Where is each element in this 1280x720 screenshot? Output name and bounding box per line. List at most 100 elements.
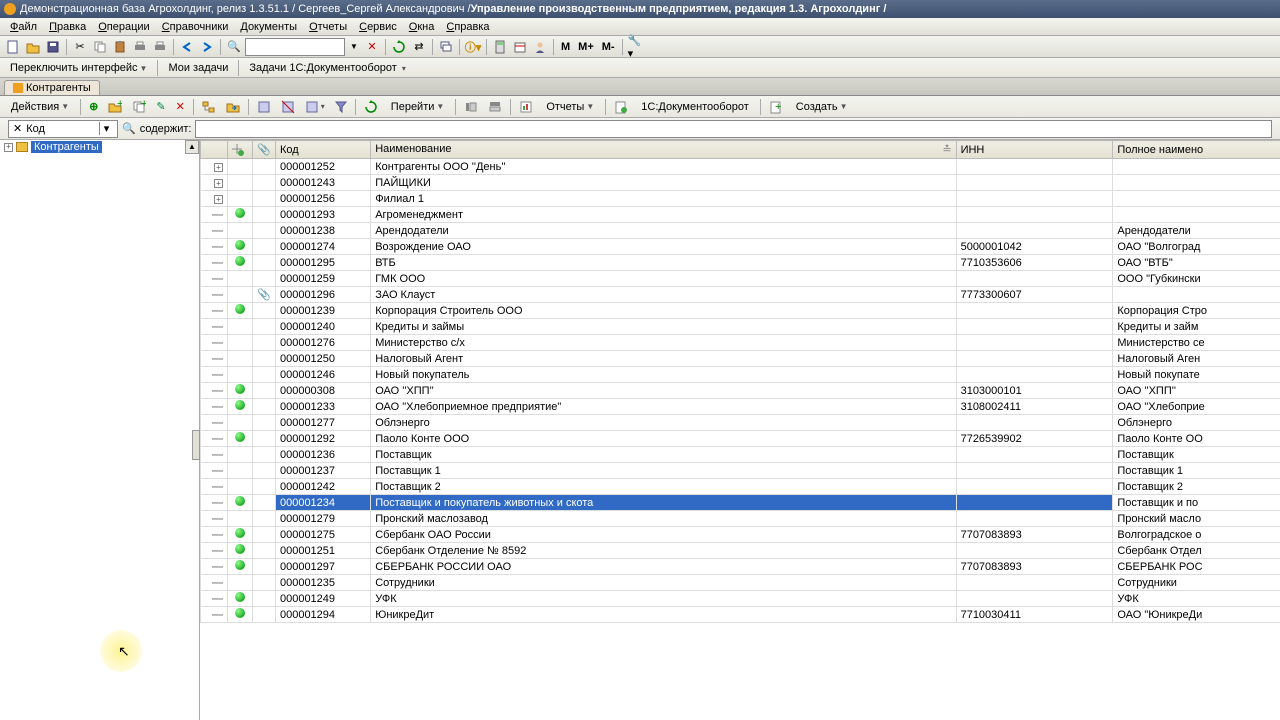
delete-button[interactable]: ✕	[172, 98, 189, 116]
memory-m-button[interactable]: M	[558, 41, 573, 53]
table-row[interactable]: —000001293Агроменеджмент	[201, 207, 1280, 223]
memory-mplus-button[interactable]: M+	[575, 41, 597, 53]
table-row[interactable]: + 000001243ПАЙЩИКИ	[201, 175, 1280, 191]
add-copy-button[interactable]: +	[128, 98, 150, 116]
table-row[interactable]: —000001233ОАО "Хлебоприемное предприятие…	[201, 399, 1280, 415]
table-row[interactable]: —000001279Пронский маслозаводПронский ма…	[201, 511, 1280, 527]
open-button[interactable]	[24, 38, 42, 56]
table-row[interactable]: —000001276Министерство с/хМинистерство с…	[201, 335, 1280, 351]
filter1-button[interactable]	[253, 98, 275, 116]
col-attachment[interactable]: 📎	[253, 141, 276, 159]
table-row[interactable]: —000001242Поставщик 2Поставщик 2	[201, 479, 1280, 495]
new-button[interactable]	[4, 38, 22, 56]
menu-catalogs[interactable]: Справочники	[156, 21, 235, 33]
tree-expand-icon[interactable]: +	[4, 143, 13, 152]
table-row[interactable]: —000001246Новый покупательНовый покупате	[201, 367, 1280, 383]
paste-button[interactable]	[111, 38, 129, 56]
search-icon[interactable]: 🔍	[225, 38, 243, 56]
docflow-button[interactable]: 1С:Документооборот	[634, 98, 755, 116]
edit-button[interactable]: ✎	[152, 98, 169, 116]
col-code[interactable]: Код	[275, 141, 370, 159]
menu-operations[interactable]: Операции	[92, 21, 155, 33]
table-row[interactable]: —000001292Паоло Конте ООО7726539902Паоло…	[201, 431, 1280, 447]
search-dropdown[interactable]: ▼	[347, 38, 361, 56]
switch-interface-button[interactable]: Переключить интерфейс▼	[4, 62, 153, 74]
filter3-button[interactable]: ▾	[301, 98, 329, 116]
save-button[interactable]	[44, 38, 62, 56]
nav-button[interactable]: ⇄	[410, 38, 428, 56]
table-row[interactable]: —000001277ОблэнергоОблэнерго	[201, 415, 1280, 431]
move-button[interactable]	[222, 98, 244, 116]
table-row[interactable]: —000000308ОАО ''ХПП''3103000101ОАО ''ХПП…	[201, 383, 1280, 399]
filter-input[interactable]	[195, 120, 1272, 138]
table-row[interactable]: —000001239Корпорация Строитель ОООКорпор…	[201, 303, 1280, 319]
col-name[interactable]: Наименование≛	[371, 141, 956, 159]
table-row[interactable]: —000001235СотрудникиСотрудники	[201, 575, 1280, 591]
table-row[interactable]: —000001259ГМК ОООООО "Губкински	[201, 271, 1280, 287]
add-group-button[interactable]: +	[104, 98, 126, 116]
col-expand[interactable]	[201, 141, 228, 159]
table-row[interactable]: —000001234Поставщик и покупатель животны…	[201, 495, 1280, 511]
table-row[interactable]: —📎000001296ЗАО Клауст7773300607	[201, 287, 1280, 303]
windows-button[interactable]	[437, 38, 455, 56]
refresh-list-button[interactable]	[360, 98, 382, 116]
filter-field-select[interactable]: ✕ Код ▾	[8, 120, 118, 138]
search-clear-button[interactable]: ✕	[363, 38, 381, 56]
table-row[interactable]: —000001295ВТБ7710353606ОАО "ВТБ"	[201, 255, 1280, 271]
create-button[interactable]: Создать▼	[789, 98, 855, 116]
table-row[interactable]: + 000001252Контрагенты ООО ''День''	[201, 159, 1280, 175]
table-row[interactable]: —000001294ЮникреДит7710030411ОАО "Юникре…	[201, 607, 1280, 623]
expand-icon[interactable]: +	[214, 195, 223, 204]
calc-button[interactable]	[491, 38, 509, 56]
col-fullname[interactable]: Полное наимено	[1113, 141, 1280, 159]
filter-search-icon[interactable]: 🔍	[122, 122, 136, 135]
table-row[interactable]: —000001275Сбербанк ОАО России7707083893В…	[201, 527, 1280, 543]
expand-icon[interactable]: +	[214, 163, 223, 172]
table-row[interactable]: —000001297СБЕРБАНК РОССИИ ОАО7707083893С…	[201, 559, 1280, 575]
menu-file[interactable]: Файл	[4, 21, 43, 33]
table-row[interactable]: —000001250Налоговый АгентНалоговый Аген	[201, 351, 1280, 367]
calendar-button[interactable]	[511, 38, 529, 56]
menu-service[interactable]: Сервис	[353, 21, 403, 33]
filter2-button[interactable]	[277, 98, 299, 116]
my-tasks-button[interactable]: Мои задачи	[162, 62, 234, 74]
info-button[interactable]: ⓘ▾	[464, 38, 482, 56]
report-icon[interactable]	[515, 98, 537, 116]
table-row[interactable]: —000001251Сбербанк Отделение № 8592Сберб…	[201, 543, 1280, 559]
col-inn[interactable]: ИНН	[956, 141, 1113, 159]
print-preview-button[interactable]	[151, 38, 169, 56]
table-row[interactable]: —000001238АрендодателиАрендодатели	[201, 223, 1280, 239]
table-row[interactable]: —000001249УФКУФК	[201, 591, 1280, 607]
add-button[interactable]: ⊕	[85, 98, 102, 116]
table-row[interactable]: + 000001256Филиал 1	[201, 191, 1280, 207]
search-input[interactable]	[245, 38, 345, 56]
table-row[interactable]: —000001274Возрождение ОАО5000001042ОАО "…	[201, 239, 1280, 255]
memory-mminus-button[interactable]: M-	[599, 41, 618, 53]
table-row[interactable]: —000001240Кредиты и займыКредиты и займ	[201, 319, 1280, 335]
menu-edit[interactable]: Правка	[43, 21, 92, 33]
menu-windows[interactable]: Окна	[403, 21, 441, 33]
col-status[interactable]	[227, 141, 252, 159]
menu-documents[interactable]: Документы	[234, 21, 303, 33]
user-button[interactable]	[531, 38, 549, 56]
create-icon[interactable]: +	[765, 98, 787, 116]
settings-button[interactable]: 🔧▾	[627, 38, 645, 56]
tree-scroll-up[interactable]: ▲	[185, 140, 199, 154]
copy-button[interactable]	[91, 38, 109, 56]
refresh-button[interactable]	[390, 38, 408, 56]
table-row[interactable]: —000001236ПоставщикПоставщик	[201, 447, 1280, 463]
splitter-handle[interactable]	[192, 430, 200, 460]
reports-button[interactable]: Отчеты▼	[539, 98, 601, 116]
undo-button[interactable]	[178, 38, 196, 56]
view2-button[interactable]	[484, 98, 506, 116]
redo-button[interactable]	[198, 38, 216, 56]
hierarchy-button[interactable]	[198, 98, 220, 116]
menu-help[interactable]: Справка	[440, 21, 495, 33]
expand-icon[interactable]: +	[214, 179, 223, 188]
goto-button[interactable]: Перейти▼	[384, 98, 452, 116]
tab-contractors[interactable]: Контрагенты	[4, 80, 100, 95]
menu-reports[interactable]: Отчеты	[303, 21, 353, 33]
actions-button[interactable]: Действия▼	[4, 98, 76, 116]
table-row[interactable]: —000001237Поставщик 1Поставщик 1	[201, 463, 1280, 479]
view1-button[interactable]	[460, 98, 482, 116]
